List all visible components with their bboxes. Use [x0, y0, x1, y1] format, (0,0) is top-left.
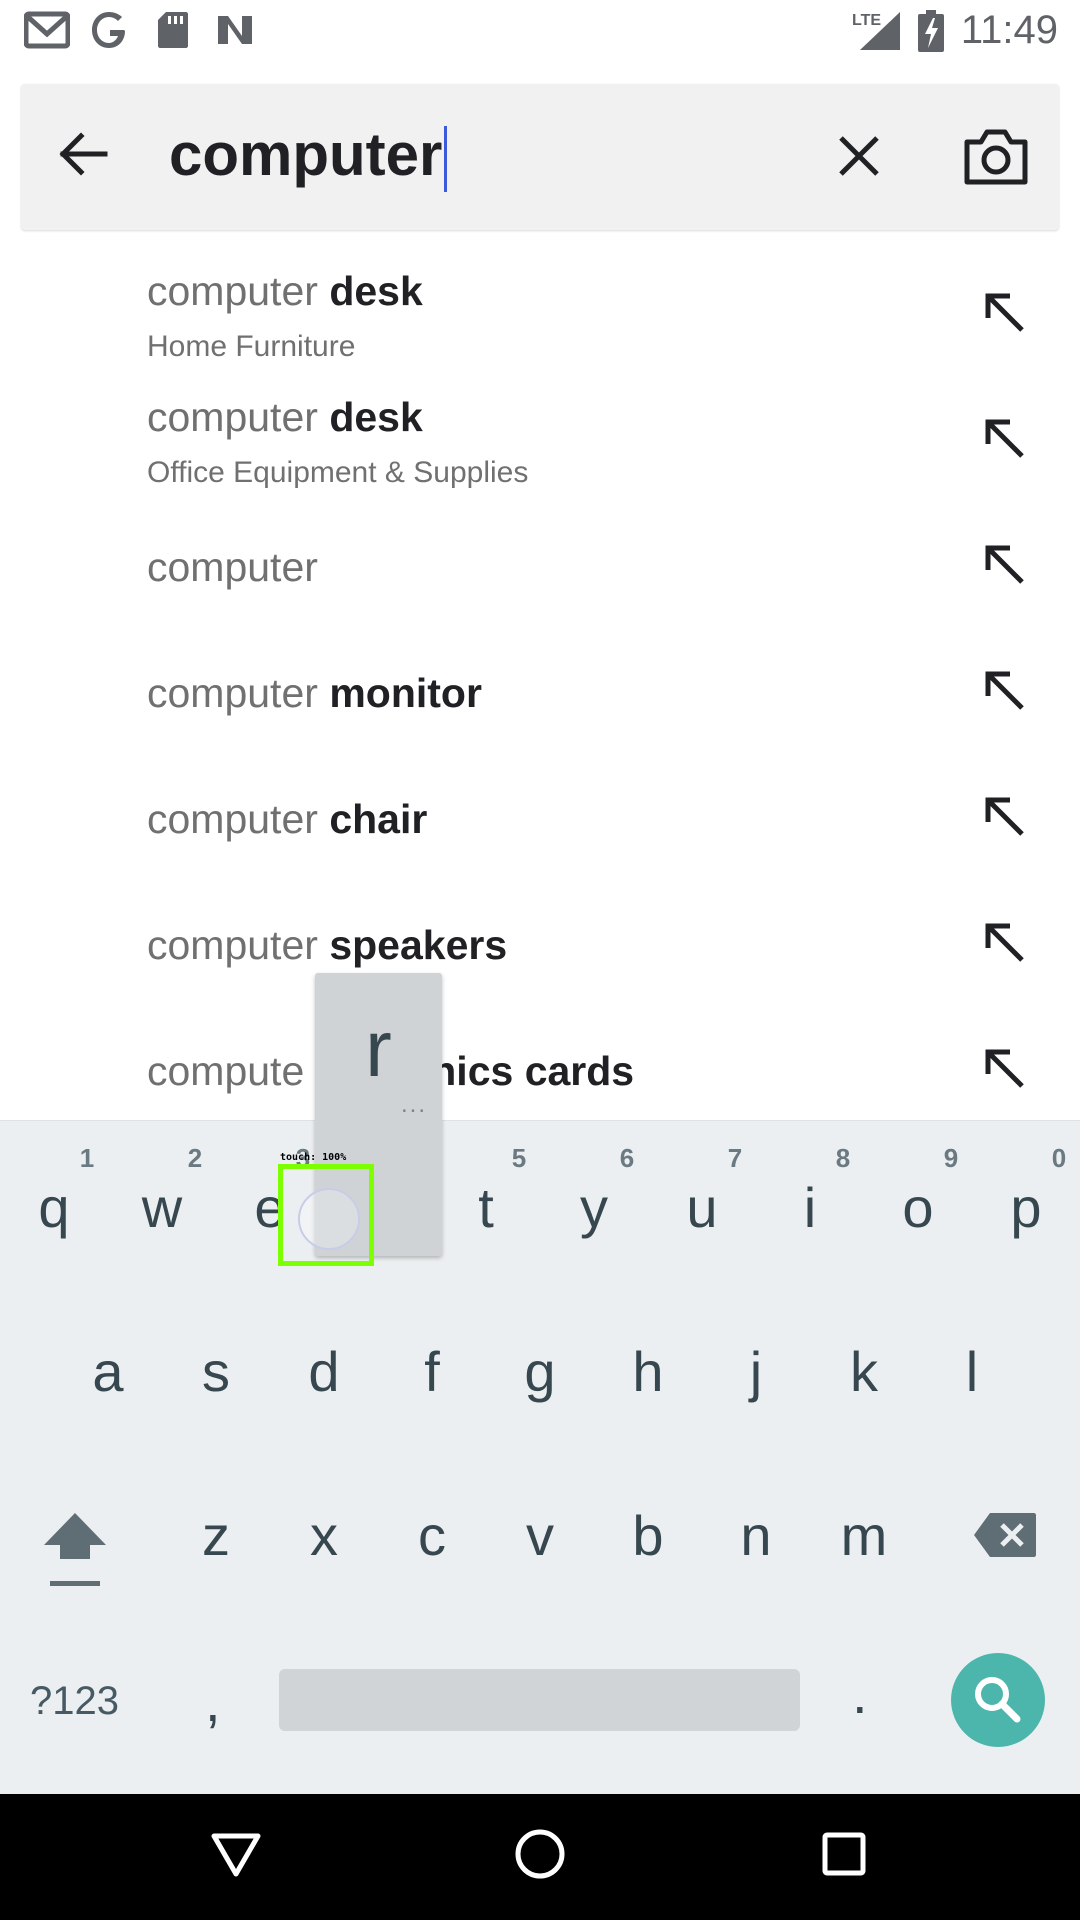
- key-g[interactable]: g: [500, 1339, 580, 1404]
- key-l[interactable]: l: [932, 1339, 1012, 1404]
- fill-query-arrow-icon[interactable]: [980, 1044, 1030, 1094]
- signal-icon: [860, 12, 900, 50]
- suggestion-prefix: computer: [147, 544, 318, 590]
- suggestion-item[interactable]: computer speakers: [0, 892, 1080, 1010]
- touch-point: [298, 1188, 360, 1250]
- navigation-bar: [0, 1794, 1080, 1920]
- suggestion-item[interactable]: computer: [0, 514, 1080, 632]
- suggestion-text: computer: [147, 544, 318, 591]
- fill-query-arrow-icon[interactable]: [980, 414, 1030, 464]
- suggestion-completion: chair: [329, 796, 428, 842]
- comma-key[interactable]: ,: [205, 1669, 221, 1734]
- search-query-text: computer: [169, 121, 443, 188]
- suggestion-text: computer monitor: [147, 670, 482, 717]
- fill-query-arrow-icon[interactable]: [980, 666, 1030, 716]
- suggestion-category: Home Furniture: [147, 330, 356, 363]
- home-circle-icon[interactable]: [512, 1826, 568, 1882]
- keyboard: 1 2 3 4 5 6 7 8 9 0 q w e r t y u i o p …: [0, 1120, 1080, 1795]
- key-u[interactable]: u: [662, 1175, 742, 1240]
- key-preview-letter: r: [365, 1004, 392, 1093]
- suggestion-prefix: computer: [147, 670, 318, 716]
- key-hint: 8: [835, 1143, 851, 1173]
- suggestion-item[interactable]: computer chair: [0, 766, 1080, 884]
- suggestion-category: Office Equipment & Supplies: [147, 456, 529, 489]
- battery-charging-icon: [918, 10, 944, 52]
- key-hint: 9: [943, 1143, 959, 1173]
- key-k[interactable]: k: [824, 1339, 904, 1404]
- key-w[interactable]: w: [122, 1175, 202, 1240]
- search-icon: [975, 1677, 1021, 1723]
- period-key[interactable]: .: [852, 1661, 868, 1726]
- key-n[interactable]: n: [716, 1503, 796, 1568]
- key-hint: 2: [187, 1143, 203, 1173]
- key-hint: 5: [511, 1143, 527, 1173]
- n-icon: [218, 16, 252, 44]
- search-key[interactable]: [951, 1653, 1045, 1747]
- key-t[interactable]: t: [446, 1175, 526, 1240]
- suggestion-text: computer desk: [147, 268, 423, 315]
- suggestion-prefix: computer: [147, 394, 318, 440]
- key-s[interactable]: s: [176, 1339, 256, 1404]
- google-icon: [92, 12, 125, 48]
- fill-query-arrow-icon[interactable]: [980, 288, 1030, 338]
- key-h[interactable]: h: [608, 1339, 688, 1404]
- sd-card-icon: [158, 12, 188, 48]
- key-d[interactable]: d: [284, 1339, 364, 1404]
- key-a[interactable]: a: [68, 1339, 148, 1404]
- recents-square-icon[interactable]: [816, 1826, 872, 1882]
- fill-query-arrow-icon[interactable]: [980, 918, 1030, 968]
- clear-icon[interactable]: [831, 128, 887, 184]
- key-hint: 7: [727, 1143, 743, 1173]
- suggestion-prefix: compute: [147, 1048, 305, 1094]
- suggestion-completion: monitor: [329, 670, 482, 716]
- suggestion-completion: speakers: [329, 922, 508, 968]
- suggestion-item[interactable]: compute nics cards: [0, 1018, 1080, 1118]
- search-bar[interactable]: computer: [21, 84, 1059, 230]
- shift-icon[interactable]: [42, 1509, 108, 1595]
- key-v[interactable]: v: [500, 1503, 580, 1568]
- fill-query-arrow-icon[interactable]: [980, 792, 1030, 842]
- text-caret: [444, 126, 448, 193]
- suggestion-completion: desk: [329, 268, 423, 314]
- key-p[interactable]: p: [986, 1175, 1066, 1240]
- back-triangle-icon[interactable]: [208, 1826, 264, 1882]
- clock: 11:49: [960, 8, 1058, 52]
- suggestion-prefix: computer: [147, 922, 318, 968]
- key-hint: 6: [619, 1143, 635, 1173]
- key-hint: 0: [1051, 1143, 1067, 1173]
- suggestion-item[interactable]: computer monitor: [0, 640, 1080, 758]
- space-bar[interactable]: [279, 1669, 800, 1731]
- key-j[interactable]: j: [716, 1339, 796, 1404]
- key-i[interactable]: i: [770, 1175, 850, 1240]
- key-x[interactable]: x: [284, 1503, 364, 1568]
- key-o[interactable]: o: [878, 1175, 958, 1240]
- symbols-key[interactable]: ?123: [30, 1679, 119, 1724]
- suggestion-prefix: computer: [147, 796, 318, 842]
- back-arrow-icon[interactable]: [53, 124, 113, 184]
- key-f[interactable]: f: [392, 1339, 472, 1404]
- suggestion-item[interactable]: computer desk Home Furniture: [0, 262, 1080, 380]
- key-m[interactable]: m: [824, 1503, 904, 1568]
- touch-label: touch: 100%: [280, 1152, 347, 1163]
- search-input[interactable]: computer: [169, 120, 448, 193]
- status-bar: LTE 11:49: [0, 0, 1080, 62]
- backspace-icon[interactable]: [972, 1511, 1038, 1559]
- suggestion-completion: desk: [329, 394, 423, 440]
- suggestion-prefix: computer: [147, 268, 318, 314]
- key-y[interactable]: y: [554, 1175, 634, 1240]
- suggestion-item[interactable]: computer desk Office Equipment & Supplie…: [0, 388, 1080, 506]
- more-keys-indicator: ...: [401, 1091, 428, 1118]
- suggestion-completion: nics cards: [431, 1048, 635, 1094]
- suggestion-text: computer chair: [147, 796, 427, 843]
- fill-query-arrow-icon[interactable]: [980, 540, 1030, 590]
- suggestion-text: computer desk: [147, 394, 423, 441]
- key-q[interactable]: q: [14, 1175, 94, 1240]
- key-hint: 1: [79, 1143, 95, 1173]
- gmail-icon: [24, 11, 70, 49]
- key-b[interactable]: b: [608, 1503, 688, 1568]
- suggestion-text: computer speakers: [147, 922, 507, 969]
- key-c[interactable]: c: [392, 1503, 472, 1568]
- camera-icon[interactable]: [961, 126, 1031, 188]
- key-z[interactable]: z: [176, 1503, 256, 1568]
